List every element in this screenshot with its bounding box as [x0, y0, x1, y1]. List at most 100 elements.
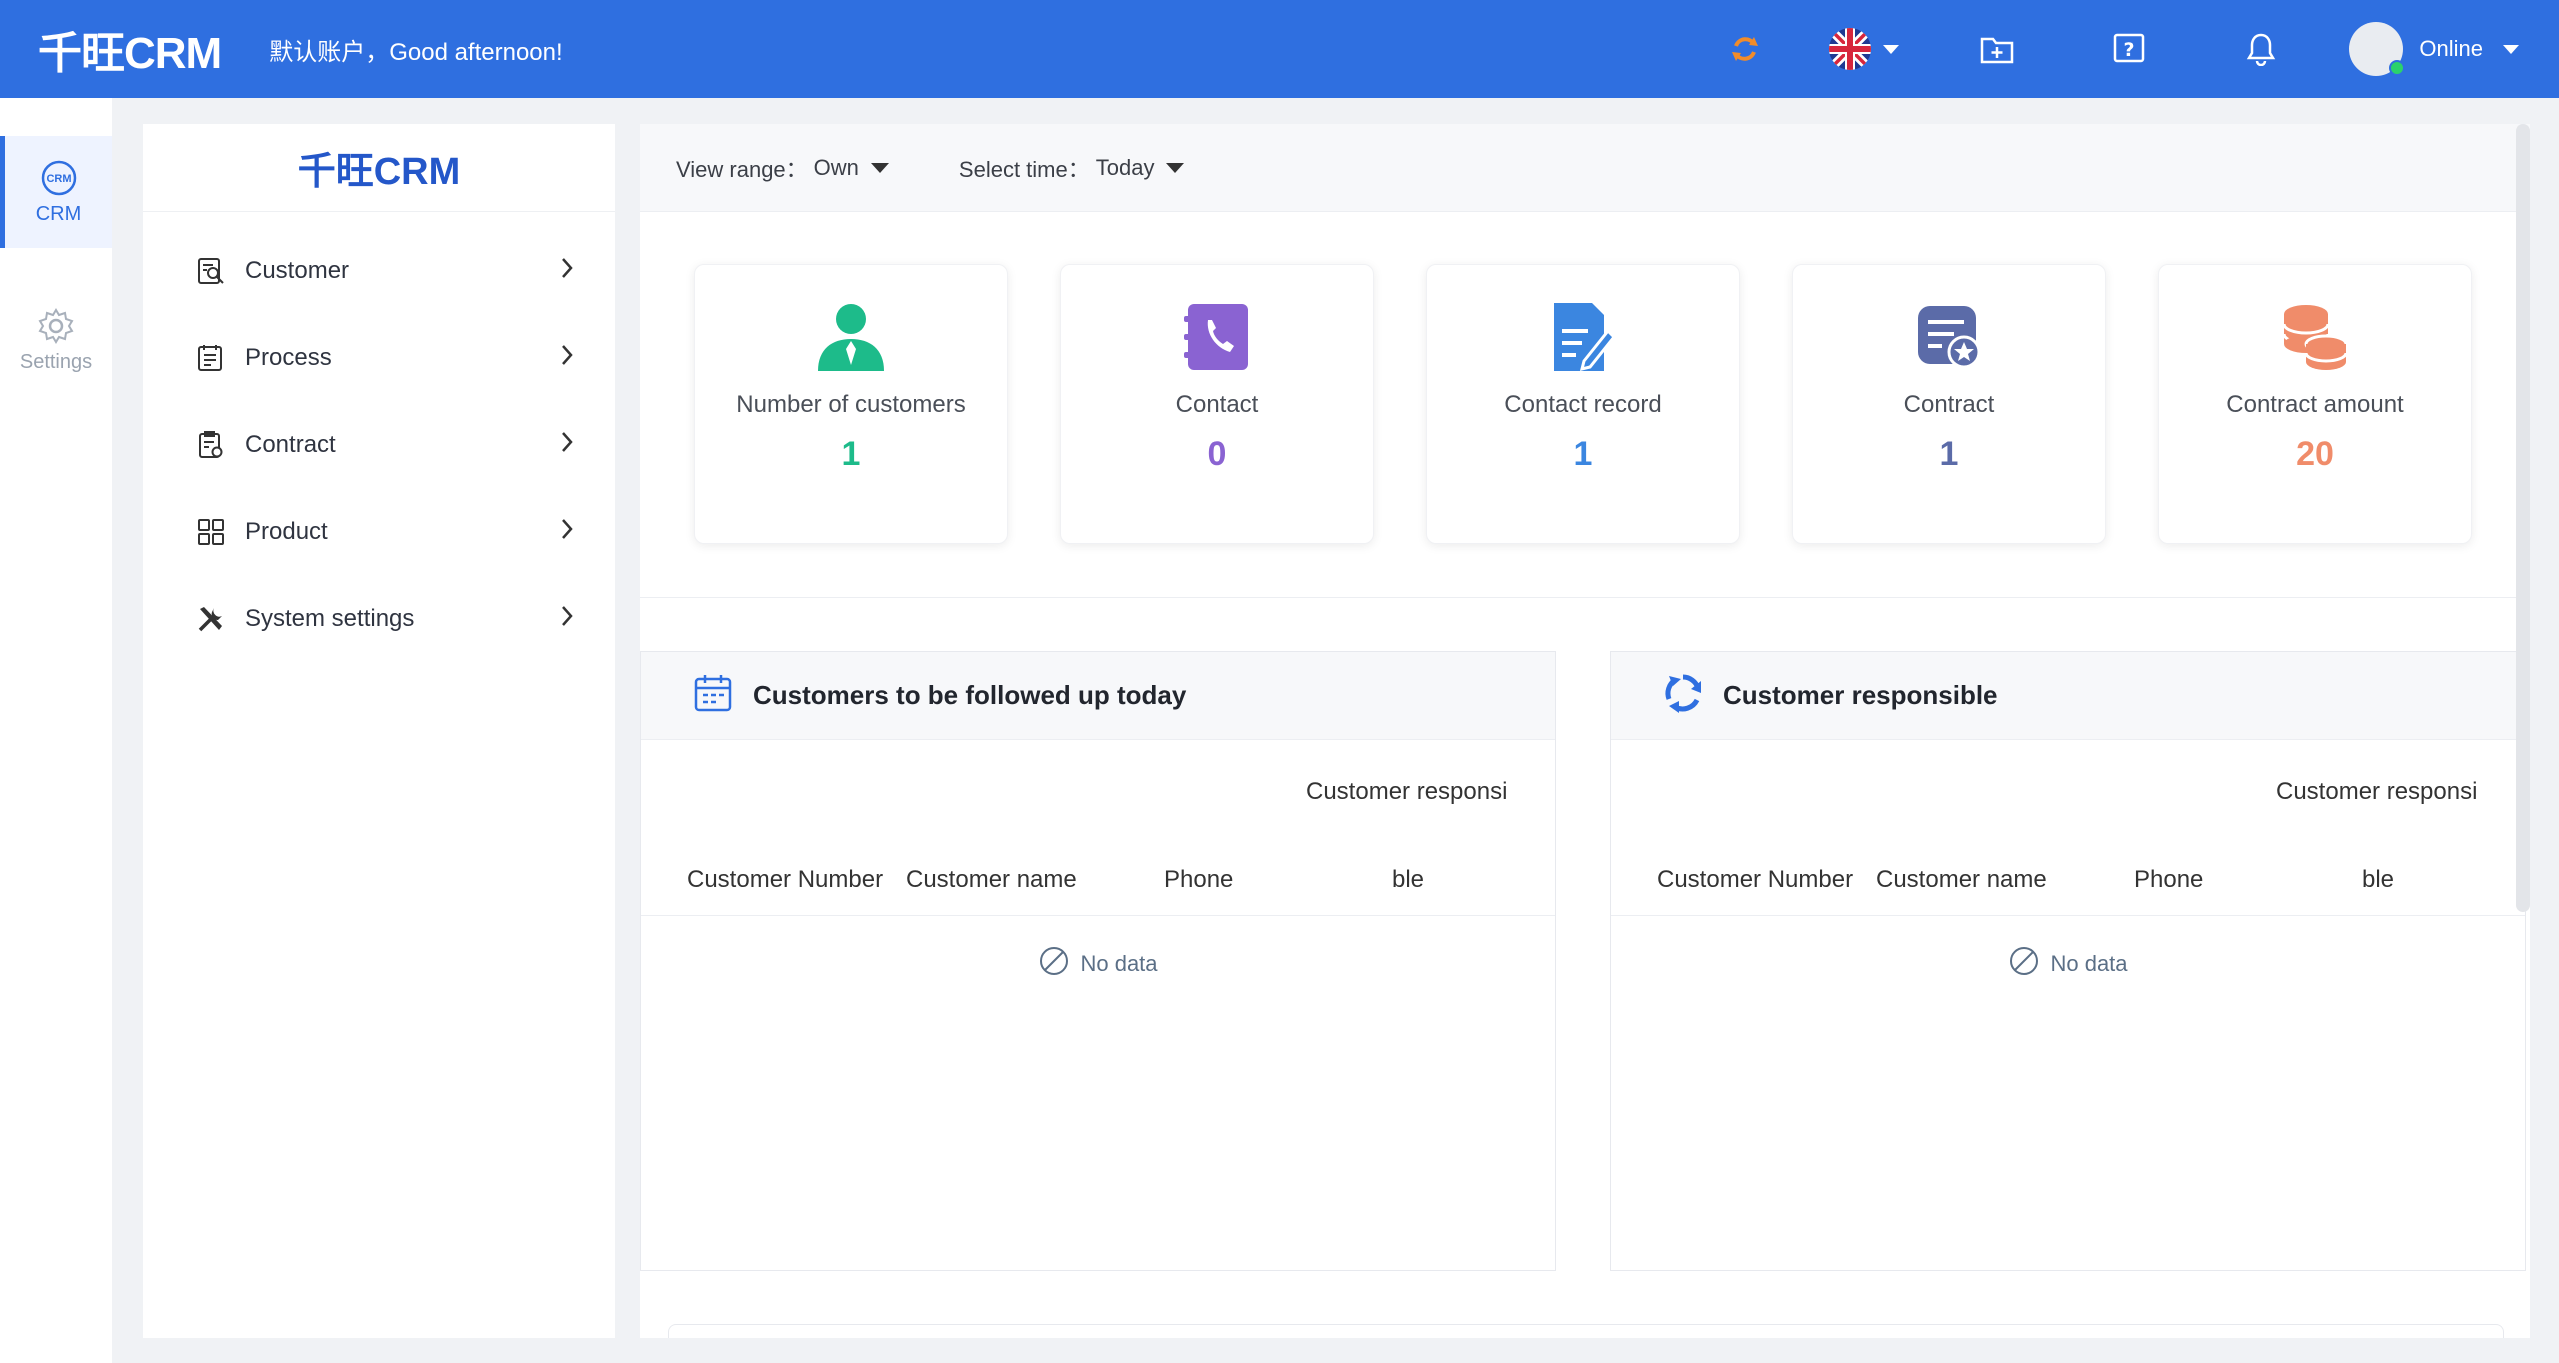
column-header-customer-name[interactable]: Customer name — [1876, 866, 2047, 894]
sidebar-item-label: Product — [245, 517, 328, 545]
column-header-responsible[interactable]: Customer responsi — [2276, 778, 2477, 806]
svg-text:?: ? — [2124, 39, 2135, 61]
sidebar-menu: 千旺CRM Customer Process Contract Product — [143, 124, 615, 1338]
tools-icon — [195, 603, 227, 635]
stat-value: 20 — [2296, 435, 2334, 473]
sidebar-item-process[interactable]: Process — [143, 314, 615, 401]
sync-icon[interactable] — [1717, 21, 1773, 77]
customer-responsible-panel: Customer responsible Customer Number Cus… — [1610, 651, 2526, 1271]
help-icon[interactable]: ? — [2101, 21, 2157, 77]
stat-label: Number of customers — [736, 391, 966, 418]
empty-text: No data — [2050, 951, 2128, 976]
select-time-label: Select time： — [958, 156, 1090, 182]
stat-card-contract[interactable]: Contract 1 — [1792, 264, 2106, 544]
online-status-dot — [2389, 60, 2406, 76]
crm-icon: CRM — [41, 160, 76, 195]
contract-badge-icon — [1913, 301, 1985, 373]
column-header-customer-name[interactable]: Customer name — [906, 866, 1077, 894]
stat-card-contract-amount[interactable]: Contract amount 20 — [2158, 264, 2472, 544]
dashboard-main: View range： Own Select time： Today Numbe… — [640, 124, 2530, 1338]
no-data-icon — [2008, 945, 2040, 983]
language-flag-icon[interactable] — [1827, 21, 1873, 77]
recycle-icon — [1663, 673, 1703, 718]
app-logo[interactable]: 千旺CRM — [38, 17, 222, 81]
person-icon — [815, 301, 887, 373]
stat-value: 1 — [841, 435, 861, 473]
top-header: 千旺CRM 默认账户，Good afternoon! ? Online — [0, 0, 2559, 98]
stat-value: 1 — [1573, 435, 1593, 473]
panel-title: Customers to be followed up today — [753, 680, 1187, 710]
rail-label-settings: Settings — [19, 350, 93, 373]
table-header: Customer Number Customer name Phone Cust… — [1611, 740, 2525, 916]
contract-doc-icon — [195, 429, 227, 461]
stat-card-contact-record[interactable]: Contact record 1 — [1426, 264, 1740, 544]
view-range-select[interactable]: View range： Own — [676, 152, 889, 184]
phone-book-icon — [1181, 301, 1253, 373]
empty-state: No data — [641, 945, 1555, 983]
header-actions: ? Online — [1717, 0, 2559, 98]
rail-item-crm[interactable]: CRM CRM — [0, 136, 112, 248]
sidebar-item-customer[interactable]: Customer — [143, 227, 615, 314]
filter-bar: View range： Own Select time： Today — [640, 124, 2530, 212]
panel-header: Customer responsible — [1611, 652, 2525, 740]
column-header-responsible-wrap: ble — [2362, 866, 2395, 893]
column-header-responsible[interactable]: Customer responsi — [1306, 778, 1507, 806]
column-header-phone[interactable]: Phone — [2134, 866, 2203, 894]
vertical-scrollbar[interactable] — [2516, 124, 2530, 912]
column-header-phone[interactable]: Phone — [1164, 866, 1233, 894]
language-chevron-down-icon[interactable] — [1883, 44, 1900, 54]
stat-card-contact[interactable]: Contact 0 — [1060, 264, 1374, 544]
select-time-value: Today — [1095, 154, 1155, 180]
sidebar-item-label: Customer — [245, 256, 350, 284]
chevron-right-icon — [559, 256, 575, 285]
no-data-icon — [1038, 945, 1070, 983]
rail-item-settings[interactable]: Settings — [0, 284, 112, 396]
select-time-select[interactable]: Select time： Today — [959, 152, 1185, 184]
add-folder-icon[interactable] — [1969, 21, 2025, 77]
stat-label: Contract — [1903, 391, 1995, 418]
column-header-responsible-wrap: ble — [1392, 866, 1425, 893]
customer-search-icon — [195, 255, 227, 287]
sidebar-item-contract[interactable]: Contract — [143, 401, 615, 488]
sidebar-logo: 千旺CRM — [143, 124, 615, 212]
sidebar-item-system-settings[interactable]: System settings — [143, 575, 615, 662]
panel-title: Customer responsible — [1723, 680, 1998, 710]
stat-label: Contact record — [1504, 391, 1662, 418]
caret-down-icon — [1166, 162, 1185, 173]
table-header: Customer Number Customer name Phone Cust… — [641, 740, 1555, 916]
user-chevron-down-icon[interactable] — [2503, 44, 2519, 54]
stats-row: Number of customers 1 Contact 0 Contact … — [640, 212, 2530, 598]
caret-down-icon — [870, 162, 889, 173]
document-edit-icon — [1547, 301, 1619, 373]
user-status-label[interactable]: Online — [2419, 36, 2483, 62]
panel-header: Customers to be followed up today — [641, 652, 1555, 740]
stat-label: Contract amount — [2226, 391, 2404, 418]
avatar[interactable] — [2349, 22, 2406, 76]
view-range-label: View range： — [676, 156, 808, 182]
empty-text: No data — [1080, 951, 1158, 976]
product-grid-icon — [195, 516, 227, 548]
chevron-right-icon — [559, 343, 575, 372]
sidebar-item-label: Contract — [245, 430, 336, 458]
coins-icon — [2279, 301, 2351, 373]
next-panel-edge — [668, 1324, 2504, 1338]
calendar-icon — [693, 673, 733, 718]
column-header-customer-number[interactable]: Customer Number — [687, 866, 883, 894]
stat-value: 1 — [1939, 435, 1959, 473]
gear-icon — [38, 307, 74, 344]
greeting-text: 默认账户，Good afternoon! — [269, 38, 563, 66]
chevron-right-icon — [559, 604, 575, 633]
column-header-customer-number[interactable]: Customer Number — [1657, 866, 1853, 894]
stat-value: 0 — [1207, 435, 1227, 473]
chevron-right-icon — [559, 430, 575, 459]
stat-card-customers[interactable]: Number of customers 1 — [694, 264, 1008, 544]
module-rail: CRM CRM Settings — [0, 98, 112, 1363]
sidebar-item-product[interactable]: Product — [143, 488, 615, 575]
stat-label: Contact — [1175, 391, 1259, 418]
empty-state: No data — [1611, 945, 2525, 983]
process-list-icon — [195, 342, 227, 374]
chevron-right-icon — [559, 517, 575, 546]
sidebar-item-label: Process — [245, 343, 332, 371]
bell-icon[interactable] — [2233, 21, 2289, 77]
sidebar-item-label: System settings — [245, 604, 415, 632]
